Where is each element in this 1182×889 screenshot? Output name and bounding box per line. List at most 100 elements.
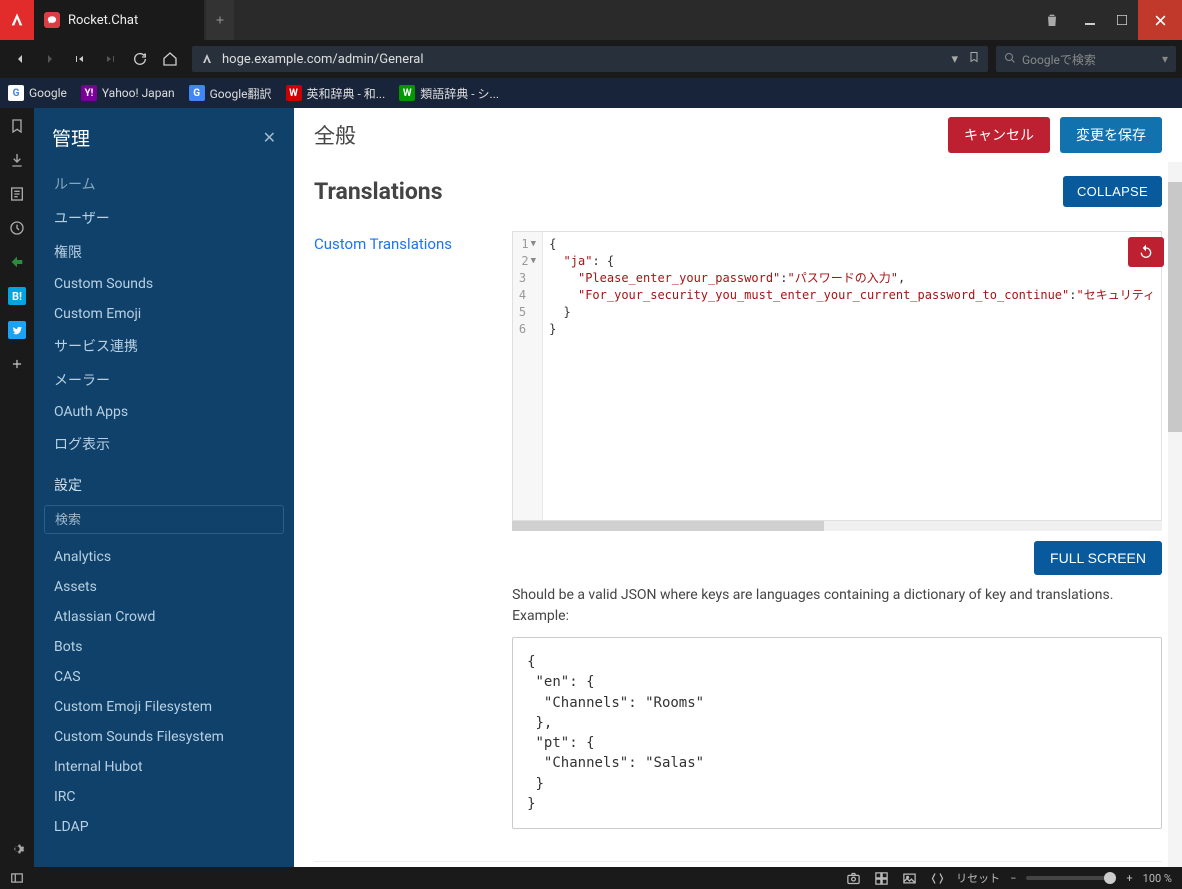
editor-h-scrollbar[interactable] [512, 521, 1162, 531]
admin-nav-item[interactable]: Internal Hubot [44, 752, 284, 782]
admin-search[interactable] [44, 505, 284, 534]
bookmark-favicon: W [286, 85, 302, 101]
bookmark-icon[interactable] [968, 50, 980, 68]
admin-nav-item[interactable]: Custom Sounds Filesystem [44, 722, 284, 752]
panel-toggle-icon[interactable] [0, 871, 34, 885]
zoom-slider[interactable] [1026, 876, 1116, 880]
bookmark-item[interactable]: GGoogle [8, 85, 67, 101]
browser-navbar: hoge.example.com/admin/General ▾ Googleで… [0, 40, 1182, 78]
admin-nav-item[interactable]: Atlassian Crowd [44, 602, 284, 632]
browser-tab-active[interactable]: Rocket.Chat [34, 0, 204, 40]
page-actions-icon[interactable] [928, 869, 946, 887]
settings-heading: 設定 [44, 461, 284, 501]
bookmark-item[interactable]: W類語辞典 - シ... [399, 85, 499, 102]
vivaldi-app-icon[interactable] [0, 0, 34, 40]
page-title: 全般 [314, 120, 356, 150]
search-placeholder: Googleで検索 [1022, 51, 1096, 68]
bookmark-item[interactable]: W英和辞典 - 和... [286, 85, 386, 102]
web-panel-twitter-icon[interactable] [7, 320, 27, 340]
admin-close-icon[interactable]: ✕ [263, 128, 276, 147]
download-panel-icon[interactable] [7, 150, 27, 170]
new-tab-button[interactable] [206, 0, 234, 40]
bookmark-item[interactable]: Y!Yahoo! Japan [81, 85, 175, 101]
notes-panel-icon[interactable] [7, 184, 27, 204]
bookmark-favicon: G [189, 85, 205, 101]
panel-rail: B! [0, 108, 34, 867]
capture-icon[interactable] [844, 869, 862, 887]
admin-nav-item[interactable]: LDAP [44, 812, 284, 842]
admin-sidebar: 管理 ✕ ルームユーザー権限Custom SoundsCustom Emojiサ… [34, 108, 294, 867]
editor-code[interactable]: { "ja": { "Please_enter_your_password":"… [543, 232, 1161, 520]
admin-nav-item[interactable]: ルーム [44, 167, 284, 201]
editor-gutter: 1▼2▼3456 [513, 232, 543, 520]
divider [314, 861, 1162, 862]
zoom-in-icon[interactable]: + [1126, 872, 1132, 885]
home-button[interactable] [156, 45, 184, 73]
url-bar[interactable]: hoge.example.com/admin/General ▾ [192, 46, 988, 72]
admin-nav-item[interactable]: メーラー [44, 363, 284, 397]
bookmark-favicon: G [8, 85, 24, 101]
window-maximize-button[interactable] [1106, 0, 1138, 40]
tab-title: Rocket.Chat [68, 13, 138, 28]
history-panel-icon[interactable] [7, 218, 27, 238]
admin-nav-item[interactable]: Analytics [44, 542, 284, 572]
window-minimize-button[interactable] [1074, 0, 1106, 40]
admin-nav-item[interactable]: ログ表示 [44, 427, 284, 461]
example-box: { "en": { "Channels": "Rooms" }, "pt": {… [512, 637, 1162, 829]
trash-button[interactable] [1030, 0, 1074, 40]
cancel-button[interactable]: キャンセル [948, 117, 1050, 153]
admin-nav-item[interactable]: Custom Emoji [44, 299, 284, 329]
admin-nav-item[interactable]: IRC [44, 782, 284, 812]
url-text: hoge.example.com/admin/General [222, 52, 943, 67]
reload-button[interactable] [126, 45, 154, 73]
admin-nav-item[interactable]: Custom Emoji Filesystem [44, 692, 284, 722]
help-text: Should be a valid JSON where keys are la… [512, 585, 1162, 627]
save-button[interactable]: 変更を保存 [1060, 117, 1162, 153]
fullscreen-button[interactable]: FULL SCREEN [1034, 541, 1162, 575]
bookmarks-bar: GGoogle Y!Yahoo! Japan GGoogle翻訳 W英和辞典 -… [0, 78, 1182, 108]
statusbar: リセット − + 100 % [0, 867, 1182, 889]
collapse-button[interactable]: COLLAPSE [1063, 176, 1162, 207]
admin-search-input[interactable] [44, 505, 284, 534]
zoom-out-icon[interactable]: − [1010, 872, 1016, 885]
admin-nav-item[interactable]: Custom Sounds [44, 269, 284, 299]
bookmark-item[interactable]: GGoogle翻訳 [189, 85, 272, 102]
bookmark-favicon: W [399, 85, 415, 101]
image-toggle-icon[interactable] [900, 869, 918, 887]
admin-nav-item[interactable]: CAS [44, 662, 284, 692]
rewind-button[interactable] [66, 45, 94, 73]
search-dropdown-icon[interactable]: ▾ [1162, 52, 1168, 66]
bookmark-panel-icon[interactable] [7, 116, 27, 136]
admin-nav-item[interactable]: Bots [44, 632, 284, 662]
zoom-value: 100 % [1143, 872, 1172, 885]
admin-nav-item[interactable]: 権限 [44, 235, 284, 269]
fast-forward-button[interactable] [96, 45, 124, 73]
admin-title: 管理 [52, 124, 90, 151]
back-button[interactable] [6, 45, 34, 73]
field-label-custom-translations: Custom Translations [314, 231, 492, 829]
tile-icon[interactable] [872, 869, 890, 887]
zoom-reset-label[interactable]: リセット [956, 870, 1000, 886]
content-scrollbar[interactable] [1168, 162, 1182, 867]
url-dropdown-icon[interactable]: ▾ [951, 52, 958, 67]
web-panel-hatena-icon[interactable]: B! [7, 286, 27, 306]
search-bar[interactable]: Googleで検索 ▾ [996, 46, 1176, 72]
window-close-button[interactable] [1138, 0, 1182, 40]
search-engine-icon [1004, 52, 1016, 67]
bookmark-favicon: Y! [81, 85, 97, 101]
main-content: 全般 キャンセル 変更を保存 Translations COLLAPSE Cus… [294, 108, 1182, 867]
section-title: Translations [314, 178, 443, 205]
forward-button[interactable] [36, 45, 64, 73]
field-reset-button[interactable] [1128, 237, 1164, 267]
window-titlebar: Rocket.Chat [0, 0, 1182, 40]
admin-nav-item[interactable]: Assets [44, 572, 284, 602]
admin-nav-item[interactable]: サービス連携 [44, 329, 284, 363]
site-info-icon[interactable] [200, 52, 214, 66]
json-editor[interactable]: 1▼2▼3456 { "ja": { "Please_enter_your_pa… [512, 231, 1162, 521]
rocketchat-favicon [44, 12, 60, 28]
web-panel-icon[interactable] [7, 252, 27, 272]
admin-nav-item[interactable]: OAuth Apps [44, 397, 284, 427]
admin-nav-item[interactable]: ユーザー [44, 201, 284, 235]
add-panel-icon[interactable] [7, 354, 27, 374]
settings-panel-icon[interactable] [7, 839, 27, 859]
